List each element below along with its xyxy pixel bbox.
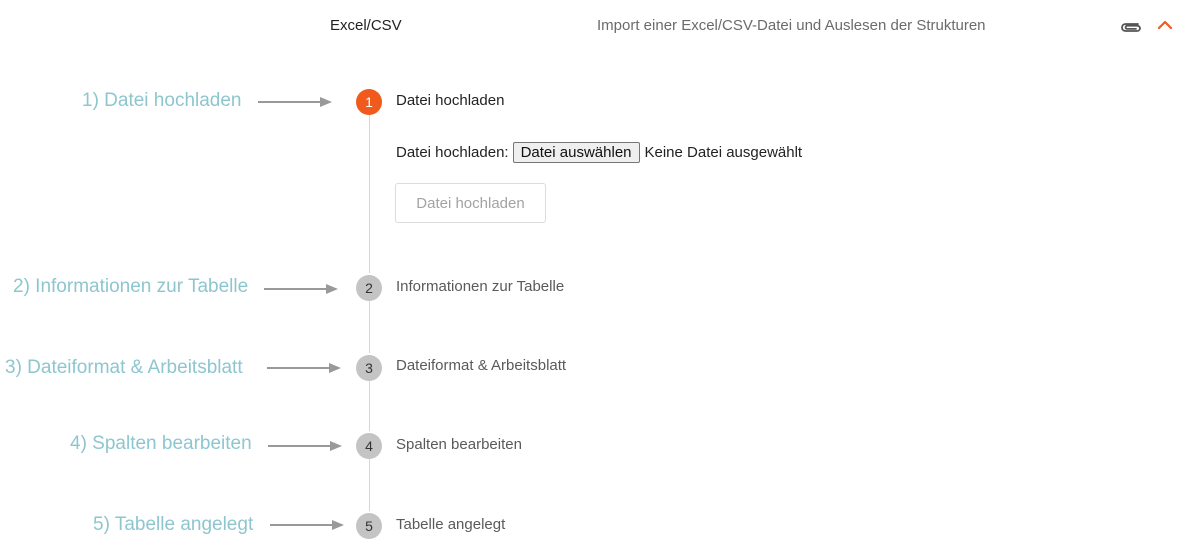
annotation-step-4: 4) Spalten bearbeiten (70, 433, 252, 454)
choose-file-button[interactable]: Datei auswählen (512, 142, 640, 163)
step-1-indicator[interactable]: 1 (356, 89, 382, 115)
no-file-selected-text: Keine Datei ausgewählt (644, 144, 803, 161)
chevron-up-icon[interactable] (1156, 16, 1174, 34)
panel-title: Excel/CSV (330, 17, 402, 34)
annotation-step-5: 5) Tabelle angelegt (93, 514, 254, 535)
step-2-indicator[interactable]: 2 (356, 275, 382, 301)
annotation-step-1: 1) Datei hochladen (82, 90, 242, 111)
step-3-label[interactable]: Dateiformat & Arbeitsblatt (396, 357, 566, 374)
annotation-step-3: 3) Dateiformat & Arbeitsblatt (5, 357, 243, 378)
step-3-indicator[interactable]: 3 (356, 355, 382, 381)
excel-csv-import-panel: Excel/CSV Import einer Excel/CSV-Datei u… (0, 0, 1187, 558)
arrow-icon (267, 363, 341, 373)
panel-description: Import einer Excel/CSV-Datei und Auslese… (597, 17, 986, 34)
upload-file-button[interactable]: Datei hochladen (395, 183, 546, 223)
arrow-icon (268, 441, 342, 451)
arrow-icon (270, 520, 344, 530)
step-1-label[interactable]: Datei hochladen (396, 92, 504, 109)
arrow-icon (258, 97, 332, 107)
paperclip-icon[interactable] (1118, 18, 1142, 36)
file-upload-label: Datei hochladen: (396, 144, 509, 161)
step-connector (369, 459, 370, 511)
step-4-label[interactable]: Spalten bearbeiten (396, 436, 522, 453)
step-connector (369, 381, 370, 431)
step-5-label[interactable]: Tabelle angelegt (396, 516, 505, 533)
step-4-indicator[interactable]: 4 (356, 433, 382, 459)
annotation-step-2: 2) Informationen zur Tabelle (13, 276, 249, 297)
step-2-label[interactable]: Informationen zur Tabelle (396, 278, 564, 295)
step-connector (369, 115, 370, 273)
step-5-indicator[interactable]: 5 (356, 513, 382, 539)
arrow-icon (264, 284, 338, 294)
file-upload-field: Datei hochladen: Datei auswählen Keine D… (396, 142, 802, 163)
step-connector (369, 301, 370, 353)
